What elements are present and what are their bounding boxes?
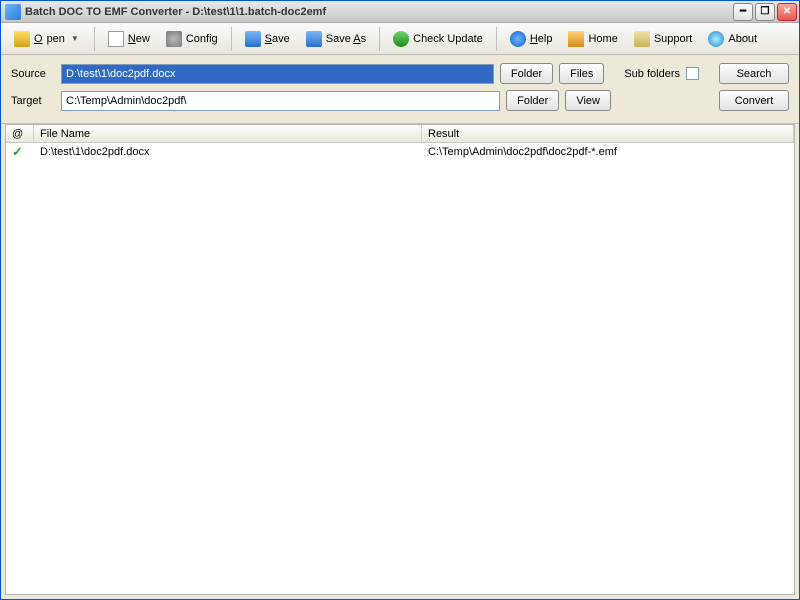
app-icon <box>5 4 21 20</box>
view-button[interactable]: View <box>565 90 611 111</box>
folder-open-icon <box>14 31 30 47</box>
new-file-icon <box>108 31 124 47</box>
target-folder-button[interactable]: Folder <box>506 90 559 111</box>
list-body: ✓ D:\test\1\doc2pdf.docx C:\Temp\Admin\d… <box>6 143 794 594</box>
sub-folders-label: Sub folders <box>624 68 680 80</box>
check-update-label: Check Update <box>413 33 483 45</box>
gear-icon <box>166 31 182 47</box>
open-button[interactable]: O Open pen ▼ <box>7 27 88 51</box>
help-icon <box>510 31 526 47</box>
window-controls: ━ ❐ ✕ <box>733 3 797 21</box>
titlebar: Batch DOC TO EMF Converter - D:\test\1\1… <box>1 1 799 23</box>
source-folder-button[interactable]: Folder <box>500 63 553 84</box>
home-icon <box>568 31 584 47</box>
table-row[interactable]: ✓ D:\test\1\doc2pdf.docx C:\Temp\Admin\d… <box>6 143 794 161</box>
list-header: @ File Name Result <box>6 125 794 143</box>
check-icon: ✓ <box>12 144 23 159</box>
support-label: Support <box>654 33 693 45</box>
dropdown-icon: ▼ <box>69 34 81 43</box>
separator <box>496 27 497 51</box>
source-row: Source Folder Files Sub folders Search <box>11 63 789 84</box>
support-button[interactable]: Support <box>627 27 700 51</box>
new-button[interactable]: New New <box>101 27 157 51</box>
col-result[interactable]: Result <box>422 125 794 142</box>
toolbar: O Open pen ▼ New New Config Save Save Sa… <box>1 23 799 55</box>
support-icon <box>634 31 650 47</box>
separator <box>379 27 380 51</box>
source-files-button[interactable]: Files <box>559 63 604 84</box>
target-input[interactable] <box>61 91 500 111</box>
search-button[interactable]: Search <box>719 63 789 84</box>
check-update-button[interactable]: Check Update <box>386 27 490 51</box>
source-label: Source <box>11 68 55 80</box>
minimize-button[interactable]: ━ <box>733 3 753 21</box>
target-row: Target Folder View Convert <box>11 90 789 111</box>
col-file[interactable]: File Name <box>34 125 422 142</box>
sub-folders-checkbox[interactable] <box>686 67 699 80</box>
save-as-icon <box>306 31 322 47</box>
col-status[interactable]: @ <box>6 125 34 142</box>
refresh-icon <box>393 31 409 47</box>
config-label: Config <box>186 33 218 45</box>
status-cell: ✓ <box>6 143 34 162</box>
file-list: @ File Name Result ✓ D:\test\1\doc2pdf.d… <box>5 124 795 595</box>
separator <box>94 27 95 51</box>
convert-button[interactable]: Convert <box>719 90 789 111</box>
result-cell: C:\Temp\Admin\doc2pdf\doc2pdf-*.emf <box>422 144 794 160</box>
about-label: About <box>728 33 757 45</box>
save-button[interactable]: Save Save <box>238 27 297 51</box>
help-button[interactable]: Help Help <box>503 27 560 51</box>
config-button[interactable]: Config <box>159 27 225 51</box>
home-label: Home <box>588 33 617 45</box>
app-window: Batch DOC TO EMF Converter - D:\test\1\1… <box>0 0 800 600</box>
window-title: Batch DOC TO EMF Converter - D:\test\1\1… <box>25 6 733 18</box>
save-icon <box>245 31 261 47</box>
home-button[interactable]: Home <box>561 27 624 51</box>
save-as-button[interactable]: Save As Save As <box>299 27 373 51</box>
close-button[interactable]: ✕ <box>777 3 797 21</box>
source-input[interactable] <box>61 64 494 84</box>
target-label: Target <box>11 95 55 107</box>
separator <box>231 27 232 51</box>
path-form: Source Folder Files Sub folders Search T… <box>1 55 799 124</box>
maximize-button[interactable]: ❐ <box>755 3 775 21</box>
info-icon <box>708 31 724 47</box>
about-button[interactable]: About <box>701 27 764 51</box>
file-cell: D:\test\1\doc2pdf.docx <box>34 144 422 160</box>
